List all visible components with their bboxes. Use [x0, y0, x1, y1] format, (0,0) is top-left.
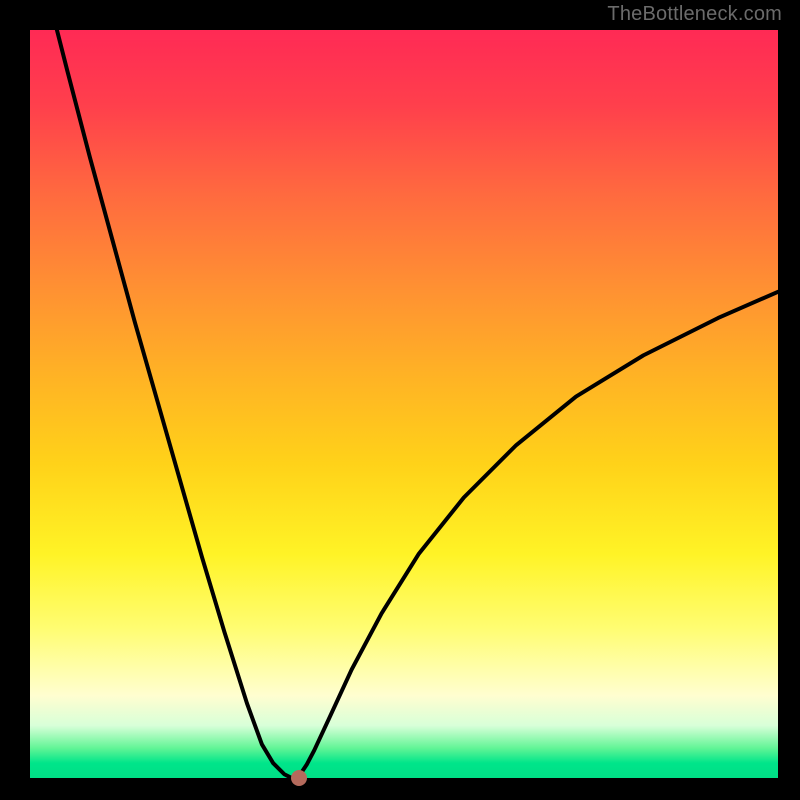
- plot-area: [30, 30, 778, 778]
- curve-svg: [30, 30, 778, 778]
- watermark-text: TheBottleneck.com: [607, 3, 782, 26]
- optimum-marker: [291, 770, 307, 786]
- bottleneck-curve-path: [57, 30, 778, 778]
